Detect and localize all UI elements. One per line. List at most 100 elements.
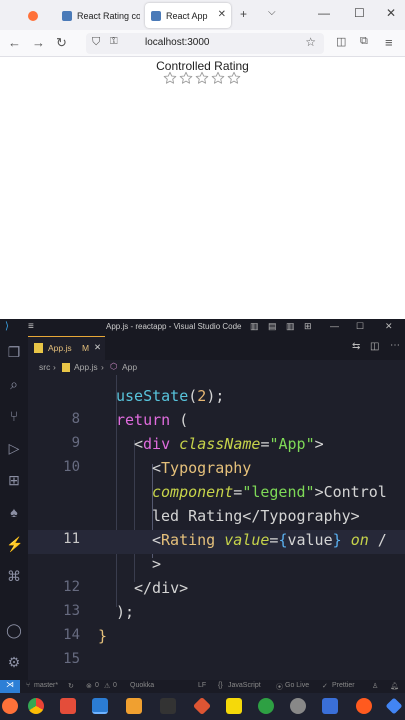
tab-label: React App	[166, 10, 208, 21]
app-taskbar-icon[interactable]	[385, 697, 403, 715]
code-line: }	[98, 627, 108, 645]
vscode-titlebar: ⟩ ≡ App.js - reactapp - Visual Studio Co…	[0, 319, 405, 336]
quokka-status[interactable]: Quokka	[130, 682, 154, 689]
browser-navbar: ← → ↻ ⛉ ⚿ localhost:3000 ☆ ◫ ⧉ ≡	[0, 30, 405, 57]
eol-status[interactable]: LF	[198, 682, 206, 689]
tab-label: React Rating con	[77, 10, 140, 21]
close-window-icon[interactable]: ✕	[386, 6, 396, 20]
source-control-icon[interactable]: ⑂	[6, 408, 22, 424]
maximize-icon[interactable]: ☐	[354, 6, 365, 20]
prettier-status[interactable]: Prettier	[332, 682, 355, 689]
activity-bar: ❐ ⌕ ⑂ ▷ ⊞ ♠ ⚡ ⌘ ◯ ⚙	[0, 336, 28, 680]
minimize-icon[interactable]: —	[318, 6, 330, 20]
star-icon[interactable]	[178, 70, 194, 86]
modified-indicator: M	[82, 343, 90, 353]
extensions-icon[interactable]: ⧉	[360, 35, 368, 48]
remote-indicator-icon[interactable]: ⋊	[0, 680, 20, 693]
branch-name[interactable]: master*	[34, 682, 58, 689]
code-line: <Typography	[152, 459, 252, 477]
bookmark-star-icon[interactable]: ☆	[305, 35, 316, 49]
toggle-sidebar-icon[interactable]: ▥	[250, 321, 259, 332]
go-live-button[interactable]: Go Live	[285, 682, 309, 689]
page-content: Controlled Rating	[0, 57, 405, 319]
warning-count[interactable]: 0	[113, 682, 117, 689]
close-window-icon[interactable]: ✕	[385, 321, 393, 332]
brave-taskbar-icon[interactable]	[356, 698, 372, 714]
line-number: 10	[63, 459, 80, 475]
react-icon	[151, 10, 161, 21]
tab-react-rating[interactable]: React Rating con	[56, 3, 140, 28]
shield-icon[interactable]: ⛉	[92, 36, 100, 49]
account-icon[interactable]: ◯	[6, 622, 22, 638]
breadcrumb: src › App.js › ⬡ App	[28, 360, 405, 375]
line-number: 11	[63, 531, 80, 547]
js-taskbar-icon[interactable]	[226, 698, 242, 714]
chevron-down-icon[interactable]: ⌵	[268, 7, 276, 18]
settings-gear-icon[interactable]: ⚙	[6, 654, 22, 670]
explorer-icon[interactable]: ❐	[6, 344, 22, 360]
error-icon: ⊗	[86, 683, 92, 690]
toggle-panel-icon[interactable]: ▤	[268, 321, 277, 332]
reload-icon[interactable]: ↻	[56, 35, 67, 51]
code-line: <Rating value={value} on /	[152, 531, 387, 549]
tab-label: App.js	[48, 343, 72, 353]
tab-app-js[interactable]: App.js M ✕	[28, 336, 105, 360]
more-actions-icon[interactable]: ⋯	[390, 340, 400, 351]
firefox-icon	[28, 10, 38, 21]
breadcrumb-folder[interactable]: src	[39, 362, 50, 372]
app-taskbar-icon[interactable]	[60, 698, 76, 714]
obs-taskbar-icon[interactable]	[290, 698, 306, 714]
line-number: 13	[63, 603, 80, 619]
star-icon[interactable]	[210, 70, 226, 86]
forward-icon[interactable]: →	[32, 35, 45, 50]
url-bar[interactable]: ⛉ ⚿ localhost:3000 ☆	[86, 33, 324, 54]
notifications-icon[interactable]: 🔔︎	[390, 682, 399, 690]
tab-react-app[interactable]: React App ✕	[145, 3, 231, 28]
remote-icon[interactable]: ⚡	[6, 536, 23, 552]
git-taskbar-icon[interactable]	[192, 696, 212, 716]
url-text[interactable]: localhost:3000	[145, 37, 210, 48]
search-icon[interactable]: ⌕	[6, 376, 22, 392]
star-icon[interactable]	[226, 70, 242, 86]
js-file-icon	[34, 343, 43, 353]
toggle-secondary-sidebar-icon[interactable]: ▥	[286, 321, 295, 332]
close-tab-icon[interactable]: ✕	[218, 9, 226, 20]
code-editor[interactable]: useState(2); 8 return ( 9 <div className…	[28, 375, 405, 680]
tab-firefox[interactable]	[22, 3, 54, 28]
back-icon[interactable]: ←	[8, 35, 21, 50]
close-tab-icon[interactable]: ✕	[94, 342, 101, 353]
new-tab-button[interactable]: +	[240, 7, 247, 21]
vscode-taskbar-icon[interactable]	[92, 698, 108, 714]
language-status[interactable]: JavaScript	[228, 682, 261, 689]
firefox-taskbar-icon[interactable]	[2, 698, 18, 714]
hamburger-menu-icon[interactable]: ≡	[28, 321, 34, 332]
sync-icon[interactable]: ↻	[68, 682, 74, 690]
sublime-taskbar-icon[interactable]	[126, 698, 142, 714]
page-info-icon[interactable]: ⚿	[110, 36, 118, 47]
chrome-taskbar-icon[interactable]	[28, 698, 44, 714]
customize-layout-icon[interactable]: ⊞	[304, 321, 312, 332]
vscode-window: ⟩ ≡ App.js - reactapp - Visual Studio Co…	[0, 319, 405, 720]
app-taskbar-icon[interactable]	[258, 698, 274, 714]
app-taskbar-icon[interactable]	[322, 698, 338, 714]
error-count[interactable]: 0	[95, 682, 99, 689]
indent-guide	[116, 375, 117, 607]
breadcrumb-file[interactable]: App.js	[74, 362, 98, 372]
leaf-icon[interactable]: ♠	[6, 504, 22, 520]
split-editor-icon[interactable]: ◫	[370, 341, 379, 352]
rating-stars[interactable]	[162, 70, 242, 86]
star-icon[interactable]	[162, 70, 178, 86]
tree-icon[interactable]: ⌘	[6, 568, 22, 584]
terminal-taskbar-icon[interactable]	[160, 698, 176, 714]
extensions-icon[interactable]: ⊞	[6, 472, 22, 488]
accounts-status-icon[interactable]: ♙	[372, 682, 378, 690]
pocket-icon[interactable]: ◫	[336, 35, 346, 48]
breadcrumb-symbol[interactable]: App	[122, 362, 137, 372]
compare-changes-icon[interactable]: ⇆	[352, 341, 360, 352]
menu-icon[interactable]: ≡	[385, 35, 393, 50]
vscode-logo-icon: ⟩	[5, 321, 9, 332]
minimize-icon[interactable]: —	[330, 321, 339, 331]
star-icon[interactable]	[194, 70, 210, 86]
maximize-icon[interactable]: ☐	[356, 321, 364, 332]
run-debug-icon[interactable]: ▷	[6, 440, 22, 456]
